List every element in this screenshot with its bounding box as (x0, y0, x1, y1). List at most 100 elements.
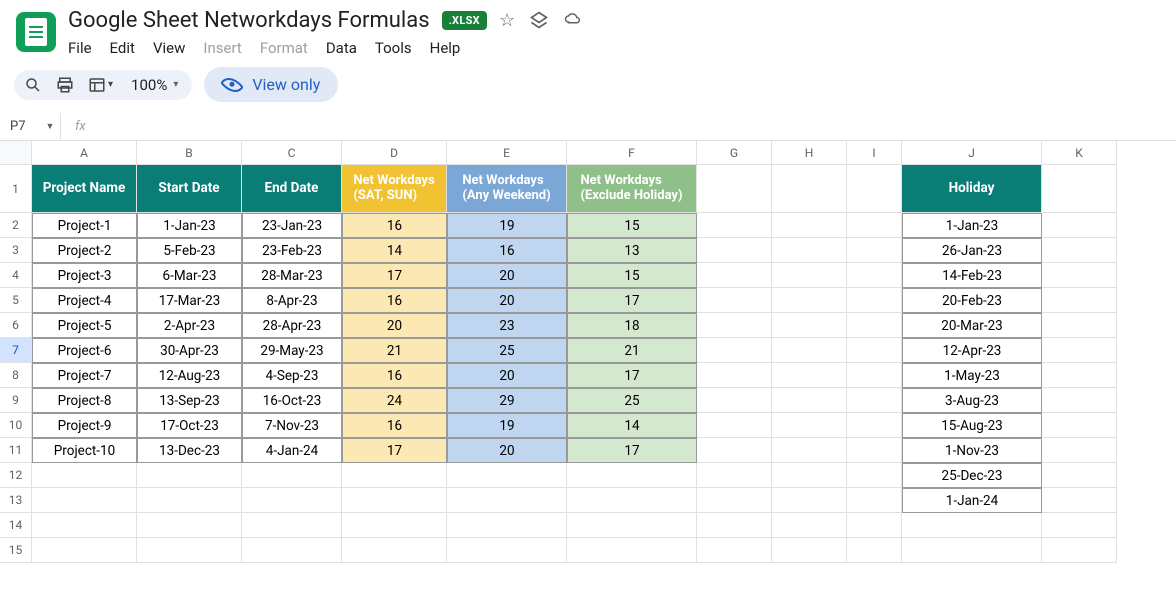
row-header-10[interactable]: 10 (0, 413, 32, 438)
zoom-dropdown[interactable]: 100% ▾ (127, 76, 182, 94)
cell-networkdays-f[interactable]: 15 (567, 263, 697, 288)
cell[interactable] (32, 513, 137, 538)
row-header-5[interactable]: 5 (0, 288, 32, 313)
cell-project[interactable]: Project-6 (32, 338, 137, 363)
cell-start[interactable]: 12-Aug-23 (137, 363, 242, 388)
cell-project[interactable]: Project-3 (32, 263, 137, 288)
cell[interactable] (242, 513, 342, 538)
cell-end[interactable]: 23-Feb-23 (242, 238, 342, 263)
cell[interactable] (1042, 413, 1117, 438)
cell[interactable] (447, 513, 567, 538)
cell[interactable] (567, 488, 697, 513)
cell-networkdays-f[interactable]: 17 (567, 438, 697, 463)
cell[interactable] (32, 463, 137, 488)
cell[interactable] (1042, 538, 1117, 563)
cell-networkdays-f[interactable]: 25 (567, 388, 697, 413)
cell[interactable] (772, 238, 847, 263)
cell[interactable] (567, 513, 697, 538)
cell[interactable] (847, 363, 902, 388)
row-header-2[interactable]: 2 (0, 213, 32, 238)
cell[interactable] (847, 238, 902, 263)
cell[interactable] (847, 438, 902, 463)
cell-networkdays-f[interactable]: 15 (567, 213, 697, 238)
cloud-status-icon[interactable] (563, 10, 583, 31)
cell-holiday[interactable]: 1-Jan-23 (902, 213, 1042, 238)
cell-project[interactable]: Project-1 (32, 213, 137, 238)
row-header-7[interactable]: 7 (0, 338, 32, 363)
cell[interactable] (342, 463, 447, 488)
cell[interactable] (847, 463, 902, 488)
cell-networkdays-d[interactable]: 20 (342, 313, 447, 338)
cell-networkdays-e[interactable]: 20 (447, 363, 567, 388)
cell-holiday[interactable]: 26-Jan-23 (902, 238, 1042, 263)
cell-networkdays-d[interactable]: 16 (342, 288, 447, 313)
cell[interactable] (1042, 263, 1117, 288)
column-header-J[interactable]: J (902, 141, 1042, 165)
cell-networkdays-f[interactable]: 14 (567, 413, 697, 438)
cell-networkdays-f[interactable]: 13 (567, 238, 697, 263)
column-header-A[interactable]: A (32, 141, 137, 165)
cell[interactable] (1042, 363, 1117, 388)
cell-networkdays-d[interactable]: 24 (342, 388, 447, 413)
document-title[interactable]: Google Sheet Networkdays Formulas (68, 8, 430, 33)
cell[interactable] (1042, 165, 1117, 213)
cell[interactable] (137, 488, 242, 513)
cell-end[interactable]: 28-Mar-23 (242, 263, 342, 288)
cell-start[interactable]: 30-Apr-23 (137, 338, 242, 363)
cell[interactable] (1042, 388, 1117, 413)
cell[interactable] (772, 388, 847, 413)
cell-networkdays-e[interactable]: 23 (447, 313, 567, 338)
cell-project[interactable]: Project-7 (32, 363, 137, 388)
cell-networkdays-e[interactable]: 20 (447, 438, 567, 463)
cell[interactable] (1042, 463, 1117, 488)
cell-end[interactable]: 7-Nov-23 (242, 413, 342, 438)
cell[interactable] (1042, 513, 1117, 538)
cell[interactable] (32, 538, 137, 563)
name-box[interactable]: P7 ▼ (0, 119, 60, 134)
menu-file[interactable]: File (68, 39, 92, 57)
cell-holiday[interactable]: 1-May-23 (902, 363, 1042, 388)
cell-start[interactable]: 5-Feb-23 (137, 238, 242, 263)
header-project-name[interactable]: Project Name (32, 165, 137, 213)
column-header-E[interactable]: E (447, 141, 567, 165)
cell[interactable] (242, 538, 342, 563)
cell[interactable] (1042, 438, 1117, 463)
cell[interactable] (697, 488, 772, 513)
cell-networkdays-d[interactable]: 16 (342, 363, 447, 388)
cell-project[interactable]: Project-9 (32, 413, 137, 438)
cell[interactable] (697, 513, 772, 538)
cell[interactable] (772, 363, 847, 388)
cell-end[interactable]: 28-Apr-23 (242, 313, 342, 338)
cell-networkdays-d[interactable]: 17 (342, 438, 447, 463)
cell[interactable] (847, 513, 902, 538)
cell[interactable] (447, 538, 567, 563)
cell[interactable] (772, 288, 847, 313)
cell-end[interactable]: 23-Jan-23 (242, 213, 342, 238)
cell[interactable] (847, 413, 902, 438)
cell[interactable] (847, 338, 902, 363)
header-networkdays-any[interactable]: Net Workdays(Any Weekend) (447, 165, 567, 213)
sheets-logo-icon[interactable] (16, 12, 56, 52)
cell[interactable] (847, 263, 902, 288)
cell-start[interactable]: 6-Mar-23 (137, 263, 242, 288)
cell[interactable] (697, 288, 772, 313)
cell[interactable] (1042, 213, 1117, 238)
cell[interactable] (697, 238, 772, 263)
cell-holiday[interactable] (902, 513, 1042, 538)
cell[interactable] (772, 463, 847, 488)
column-header-B[interactable]: B (137, 141, 242, 165)
cell[interactable] (847, 213, 902, 238)
cell[interactable] (567, 538, 697, 563)
cell-start[interactable]: 2-Apr-23 (137, 313, 242, 338)
cell-project[interactable]: Project-5 (32, 313, 137, 338)
header-start-date[interactable]: Start Date (137, 165, 242, 213)
row-header-15[interactable]: 15 (0, 538, 32, 563)
row-header-3[interactable]: 3 (0, 238, 32, 263)
column-header-H[interactable]: H (772, 141, 847, 165)
cell[interactable] (697, 388, 772, 413)
cell-holiday[interactable]: 1-Nov-23 (902, 438, 1042, 463)
cell[interactable] (342, 488, 447, 513)
cell[interactable] (847, 388, 902, 413)
cell-start[interactable]: 13-Dec-23 (137, 438, 242, 463)
menu-edit[interactable]: Edit (110, 39, 135, 57)
